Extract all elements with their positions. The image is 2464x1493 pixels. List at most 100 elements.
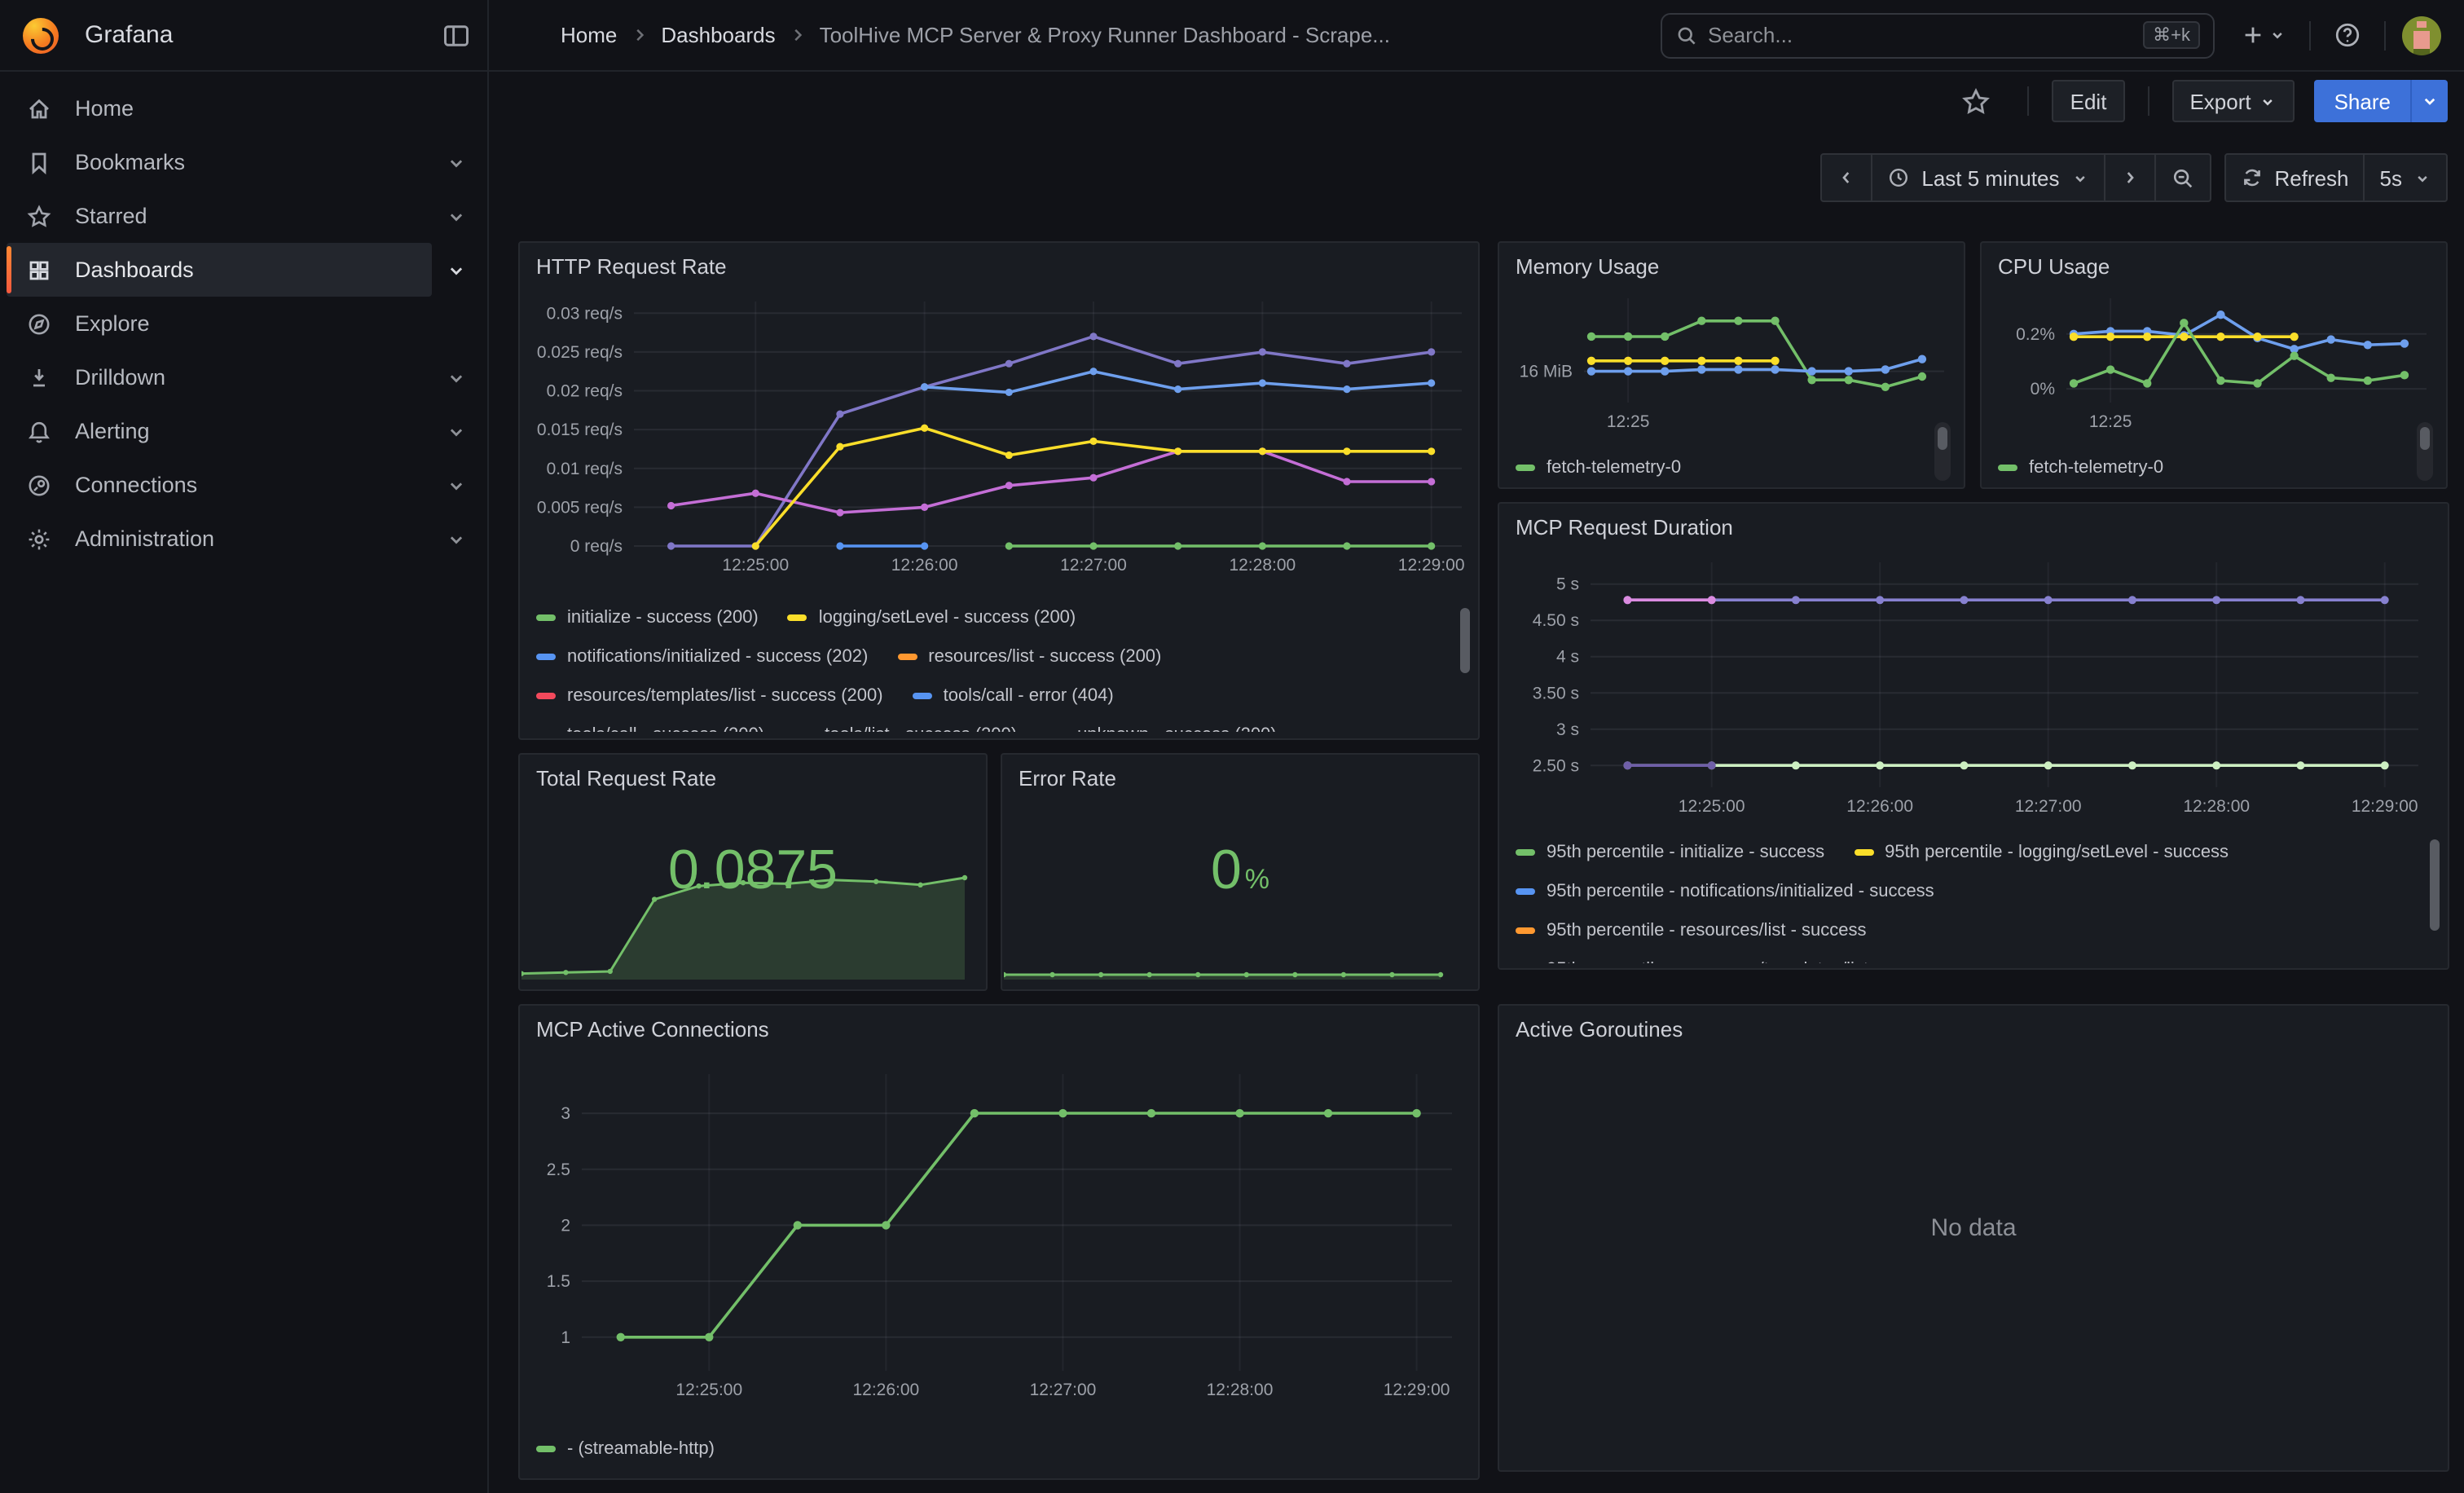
time-shift-back-button[interactable] xyxy=(1822,155,1871,200)
legend-row: 95th percentile - resources/list - succe… xyxy=(1516,911,2425,950)
favorite-star-icon[interactable] xyxy=(1961,86,1992,117)
legend-scrollbar[interactable] xyxy=(2430,839,2440,931)
panel-title[interactable]: Memory Usage xyxy=(1499,243,1964,279)
sidebar-item-starred[interactable]: Starred xyxy=(7,189,432,243)
divider xyxy=(2028,86,2030,116)
grid-icon xyxy=(26,257,52,283)
chevron-down-icon[interactable] xyxy=(432,366,481,389)
export-button[interactable]: Export xyxy=(2171,80,2295,122)
refresh-label: Refresh xyxy=(2274,165,2348,190)
breadcrumb-dashboards[interactable]: Dashboards xyxy=(661,23,775,47)
chevron-down-icon[interactable] xyxy=(432,205,481,227)
legend-item[interactable]: resources/list - success (200) xyxy=(897,647,1161,667)
legend-item[interactable]: unknown - success (200) xyxy=(1046,725,1277,732)
chevron-down-icon[interactable] xyxy=(432,151,481,174)
share-label: Share xyxy=(2334,89,2391,113)
legend-item[interactable]: tools/call - error (404) xyxy=(913,686,1114,706)
stat-unit: % xyxy=(1245,864,1269,895)
svg-text:0.005 req/s: 0.005 req/s xyxy=(537,498,623,517)
sidebar-item-label: Home xyxy=(75,96,134,121)
legend-item[interactable]: tools/call - success (200) xyxy=(536,725,764,732)
zoom-out-button[interactable] xyxy=(2154,155,2209,200)
svg-text:5 s: 5 s xyxy=(1556,575,1579,594)
legend-item[interactable]: 95th percentile - logging/setLevel - suc… xyxy=(1854,843,2229,862)
panel-title[interactable]: MCP Active Connections xyxy=(520,1006,1478,1042)
legend-scrollbar[interactable] xyxy=(2420,427,2430,450)
panel-title[interactable]: MCP Request Duration xyxy=(1499,504,2448,540)
chevron-down-icon[interactable] xyxy=(432,473,481,496)
legend-item[interactable]: 95th percentile - resources/list - succe… xyxy=(1516,921,1867,940)
breadcrumb-home[interactable]: Home xyxy=(561,23,617,47)
sidebar-item-drilldown[interactable]: Drilldown xyxy=(7,350,432,404)
sidebar-item-alerting[interactable]: Alerting xyxy=(7,404,432,458)
avatar[interactable] xyxy=(2402,15,2441,55)
svg-text:3.50 s: 3.50 s xyxy=(1533,684,1579,702)
legend-series-chip xyxy=(536,693,556,699)
help-button[interactable] xyxy=(2324,15,2371,55)
panel-title[interactable]: Error Rate xyxy=(1002,755,1478,791)
svg-text:1: 1 xyxy=(561,1328,570,1347)
search-icon xyxy=(1675,24,1698,46)
legend-item[interactable]: fetch-telemetry-0 xyxy=(1998,458,2163,478)
svg-text:12:25:00: 12:25:00 xyxy=(675,1381,742,1399)
breadcrumb-current-page: ToolHive MCP Server & Proxy Runner Dashb… xyxy=(820,23,1390,47)
search-box[interactable]: ⌘+k xyxy=(1661,12,2215,58)
panel-title[interactable]: HTTP Request Rate xyxy=(520,243,1478,279)
legend-item[interactable]: tools/list - success (200) xyxy=(794,725,1017,732)
legend-series-label: 95th percentile - initialize - success xyxy=(1547,843,1824,862)
legend-scrollbar[interactable] xyxy=(1460,608,1470,673)
add-button[interactable] xyxy=(2231,16,2296,54)
chevron-down-icon xyxy=(2259,92,2277,110)
dashboard-area: Edit Export Share xyxy=(489,72,2464,1493)
legend-row: fetch-telemetry-0 xyxy=(1516,448,1941,487)
divider xyxy=(2147,86,2149,116)
panel-title[interactable]: CPU Usage xyxy=(1982,243,2446,279)
sidebar-item-administration[interactable]: Administration xyxy=(7,512,432,566)
legend-series-label: 95th percentile - resources/templates/li… xyxy=(1547,960,1949,963)
sidebar-toggle-icon[interactable] xyxy=(442,20,471,50)
panel-title[interactable]: Active Goroutines xyxy=(1499,1006,2448,1042)
refresh-interval-picker[interactable]: 5s xyxy=(2364,155,2446,200)
sidebar-row-alerting: Alerting xyxy=(7,404,481,458)
sidebar-item-dashboards[interactable]: Dashboards xyxy=(7,243,432,297)
legend-item[interactable]: logging/setLevel - success (200) xyxy=(788,608,1076,628)
edit-button[interactable]: Edit xyxy=(2053,80,2125,122)
svg-text:12:26:00: 12:26:00 xyxy=(891,556,958,575)
svg-text:12:25: 12:25 xyxy=(1607,412,1650,431)
legend-item[interactable]: initialize - success (200) xyxy=(536,608,759,628)
sidebar-item-home[interactable]: Home xyxy=(7,81,481,135)
legend-series-label: tools/call - success (200) xyxy=(567,725,764,732)
svg-text:4.50 s: 4.50 s xyxy=(1533,611,1579,630)
share-button[interactable]: Share xyxy=(2315,80,2410,122)
legend-scrollbar[interactable] xyxy=(1938,427,1947,450)
sidebar-item-label: Explore xyxy=(75,311,150,336)
sidebar-item-label: Alerting xyxy=(75,419,150,443)
sidebar-item-explore[interactable]: Explore xyxy=(7,297,481,350)
share-caret-button[interactable] xyxy=(2410,80,2448,122)
refresh-button[interactable]: Refresh xyxy=(2225,155,2363,200)
legend-item[interactable]: 95th percentile - resources/templates/li… xyxy=(1516,960,1949,963)
mcp-active-connections-chart: 32.521.5112:25:0012:26:0012:27:0012:28:0… xyxy=(533,1058,1468,1425)
legend-item[interactable]: notifications/initialized - success (202… xyxy=(536,647,868,667)
svg-text:12:28:00: 12:28:00 xyxy=(1207,1381,1274,1399)
chevron-down-icon[interactable] xyxy=(432,420,481,443)
top-bar: Home Dashboards ToolHive MCP Server & Pr… xyxy=(489,0,2464,72)
time-range-picker[interactable]: Last 5 minutes xyxy=(1871,155,2103,200)
legend-item[interactable]: 95th percentile - notifications/initiali… xyxy=(1516,882,1934,901)
panel-title[interactable]: Total Request Rate xyxy=(520,755,986,791)
sidebar-item-bookmarks[interactable]: Bookmarks xyxy=(7,135,432,189)
legend-item[interactable]: resources/templates/list - success (200) xyxy=(536,686,883,706)
sidebar-row-home: Home xyxy=(7,81,481,135)
legend-item[interactable]: - (streamable-http) xyxy=(536,1439,715,1459)
sidebar-item-connections[interactable]: Connections xyxy=(7,458,432,512)
legend-item[interactable]: 95th percentile - initialize - success xyxy=(1516,843,1824,862)
legend-item[interactable]: fetch-telemetry-0 xyxy=(1516,458,1681,478)
cpu-usage-chart: 0.2%0%12:25 xyxy=(1995,285,2436,443)
legend-row: fetch-telemetry-0 xyxy=(1998,448,2423,487)
chevron-down-icon[interactable] xyxy=(432,258,481,281)
plus-icon xyxy=(2241,23,2265,47)
time-shift-forward-button[interactable] xyxy=(2103,155,2154,200)
chevron-down-icon xyxy=(2070,169,2088,187)
chevron-down-icon[interactable] xyxy=(432,527,481,550)
search-input[interactable] xyxy=(1708,23,2133,47)
